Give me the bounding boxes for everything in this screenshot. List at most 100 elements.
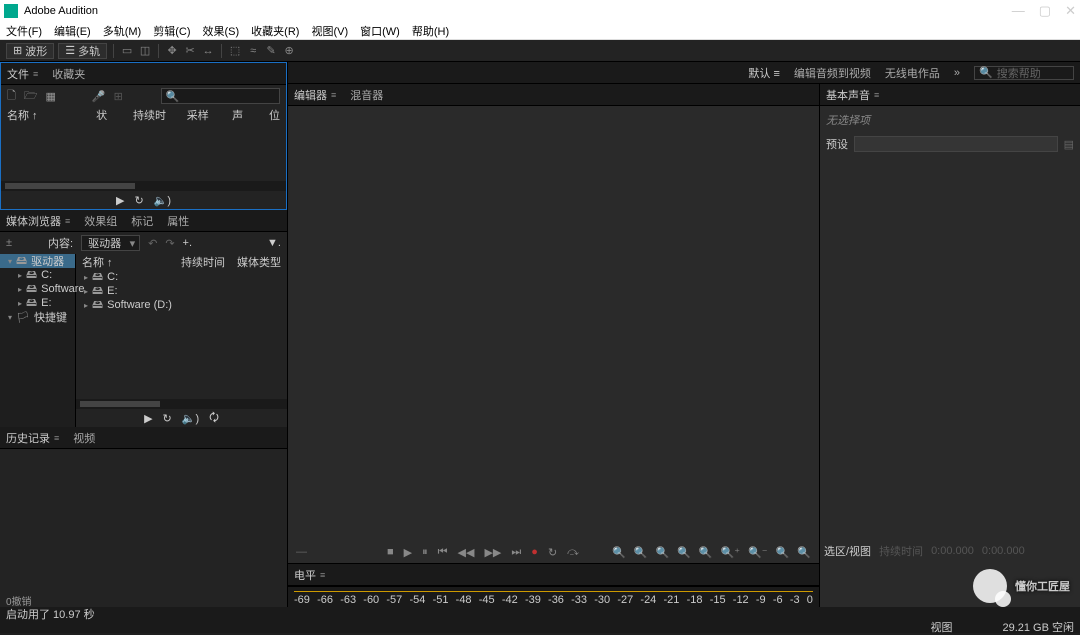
selection-tool-icon[interactable]: ⬚	[228, 44, 242, 58]
tab-history[interactable]: 历史记录 ≡	[6, 430, 59, 446]
skip-button[interactable]: ⤼	[567, 546, 579, 559]
preset-menu-icon[interactable]: ▤	[1064, 138, 1074, 151]
grid-icon[interactable]: ▦	[46, 90, 56, 103]
lasso-tool-icon[interactable]: ≈	[246, 44, 260, 58]
record-button[interactable]: ●	[531, 546, 538, 558]
menu-effects[interactable]: 效果(S)	[203, 23, 240, 39]
workspace-radio[interactable]: 无线电作品	[885, 65, 940, 81]
col-bits[interactable]: 位	[269, 107, 280, 123]
import-icon[interactable]: ±	[6, 237, 12, 249]
files-search[interactable]: 🔍	[161, 88, 280, 104]
tab-effects-rack[interactable]: 效果组	[84, 213, 117, 229]
tool-icon[interactable]: ◫	[138, 44, 152, 58]
volume-icon[interactable]: 🔈)	[182, 412, 199, 425]
menu-help[interactable]: 帮助(H)	[412, 23, 449, 39]
tool-icon[interactable]: ▭	[120, 44, 134, 58]
zoom-icon[interactable]: 🔍	[699, 546, 713, 559]
browser-item-software-d[interactable]: ▸🖴Software (D:)	[76, 298, 287, 312]
tab-favorites[interactable]: 收藏夹	[52, 66, 85, 82]
tab-files[interactable]: 文件 ≡	[7, 66, 38, 82]
menu-multitrack[interactable]: 多轨(M)	[103, 23, 142, 39]
col-duration[interactable]: 持续时间	[181, 254, 225, 270]
rewind-button[interactable]: ◀◀	[458, 546, 475, 559]
preset-dropdown[interactable]	[854, 136, 1058, 152]
workspace-audio-video[interactable]: 编辑音频到视频	[794, 65, 871, 81]
files-scrollbar[interactable]	[1, 181, 286, 191]
browser-item-e[interactable]: ▸🖴E:	[76, 284, 287, 298]
zoom-icon[interactable]: 🔍	[677, 546, 691, 559]
open-file-icon[interactable]: 🗁	[24, 87, 38, 106]
play-button[interactable]: ▶	[144, 412, 152, 425]
play-button[interactable]: ▶	[404, 546, 412, 559]
browser-item-c[interactable]: ▸🖴C:	[76, 270, 287, 284]
minimize-button[interactable]: —	[1012, 3, 1025, 19]
col-samplerate[interactable]: 采样率	[187, 107, 212, 123]
workspace-more[interactable]: »	[954, 67, 960, 79]
insert-icon[interactable]: ⊞	[114, 90, 123, 103]
slip-tool-icon[interactable]: ↔	[201, 44, 215, 58]
volume-icon[interactable]: 🔈)	[154, 194, 171, 207]
tree-c[interactable]: ▸🖴C:	[0, 268, 75, 282]
menu-clip[interactable]: 剪辑(C)	[153, 23, 190, 39]
zoom-in-icon[interactable]: 🔍⁺	[721, 546, 741, 559]
tab-essential-sound[interactable]: 基本声音 ≡	[826, 87, 879, 103]
tab-mixer[interactable]: 混音器	[350, 87, 383, 103]
record-icon[interactable]: 🎤	[92, 90, 106, 103]
workspace-default[interactable]: 默认 ≡	[748, 65, 779, 81]
zoom-icon[interactable]: 🔍	[634, 546, 648, 559]
zoom-icon[interactable]: 🔍	[612, 546, 626, 559]
fastforward-button[interactable]: ▶▶	[484, 546, 501, 559]
content-dropdown[interactable]: 驱动器	[81, 235, 140, 251]
zoom-icon[interactable]: 🔍	[655, 546, 669, 559]
tab-levels[interactable]: 电平 ≡	[294, 567, 325, 583]
tree-e[interactable]: ▸🖴E:	[0, 296, 75, 310]
zoom-icon[interactable]: 🔍	[797, 546, 811, 559]
editor-canvas[interactable]	[288, 106, 819, 541]
col-name[interactable]: 名称 ↑	[7, 107, 76, 123]
tab-video[interactable]: 视频	[73, 430, 95, 446]
col-channels[interactable]: 声道	[232, 107, 249, 123]
col-duration[interactable]: 持续时间	[133, 107, 167, 123]
col-status[interactable]: 状态	[96, 107, 113, 123]
razor-tool-icon[interactable]: ✂	[183, 44, 197, 58]
stop-button[interactable]: ■	[387, 546, 394, 558]
forward-button[interactable]: ↷	[165, 237, 174, 250]
pause-button[interactable]: ⏸	[422, 546, 428, 559]
loop-button[interactable]: ↻	[163, 412, 172, 425]
brush-tool-icon[interactable]: ✎	[264, 44, 278, 58]
browser-tree-right: 名称 ↑ 持续时间 媒体类型 ▸🖴C: ▸🖴E: ▸🖴Software (D:)…	[76, 254, 287, 427]
loop-button[interactable]: ↻	[548, 546, 557, 559]
close-button[interactable]: ✕	[1065, 3, 1076, 19]
go-end-button[interactable]: ⏭	[511, 546, 521, 559]
tab-properties[interactable]: 属性	[167, 213, 189, 229]
tree-shortcuts[interactable]: ▾🏳快捷键	[0, 310, 75, 324]
menu-window[interactable]: 窗口(W)	[360, 23, 400, 39]
go-begin-button[interactable]: ⏮	[438, 546, 448, 559]
menu-edit[interactable]: 编辑(E)	[54, 23, 91, 39]
back-button[interactable]: ↶	[148, 237, 157, 250]
tab-editor[interactable]: 编辑器 ≡	[294, 87, 336, 103]
waveform-button[interactable]: ⊞波形	[6, 43, 54, 59]
zoom-out-icon[interactable]: 🔍⁻	[748, 546, 768, 559]
move-tool-icon[interactable]: ✥	[165, 44, 179, 58]
multitrack-button[interactable]: ☰多轨	[58, 43, 107, 59]
zoom-icon[interactable]: 🔍	[776, 546, 790, 559]
col-type[interactable]: 媒体类型	[237, 254, 281, 270]
browser-scrollbar[interactable]	[76, 399, 287, 409]
new-file-icon[interactable]: 🗋	[7, 87, 16, 106]
maximize-button[interactable]: ▢	[1039, 3, 1051, 19]
add-shortcut-button[interactable]: +.	[183, 237, 192, 249]
tab-markers[interactable]: 标记	[131, 213, 153, 229]
help-search[interactable]: 🔍 搜索帮助	[974, 66, 1074, 80]
autoplay-button[interactable]: 🗘	[209, 409, 219, 428]
heal-tool-icon[interactable]: ⊕	[282, 44, 296, 58]
filter-button[interactable]: ▼.	[267, 237, 281, 249]
menu-view[interactable]: 视图(V)	[311, 23, 348, 39]
menu-favorites[interactable]: 收藏夹(R)	[251, 23, 299, 39]
tree-drives[interactable]: ▾🖴驱动器	[0, 254, 75, 268]
tab-media-browser[interactable]: 媒体浏览器 ≡	[6, 213, 70, 229]
play-button[interactable]: ▶	[116, 194, 124, 207]
loop-button[interactable]: ↻	[134, 194, 143, 207]
tree-software[interactable]: ▸🖴Software	[0, 282, 75, 296]
menu-file[interactable]: 文件(F)	[6, 23, 42, 39]
